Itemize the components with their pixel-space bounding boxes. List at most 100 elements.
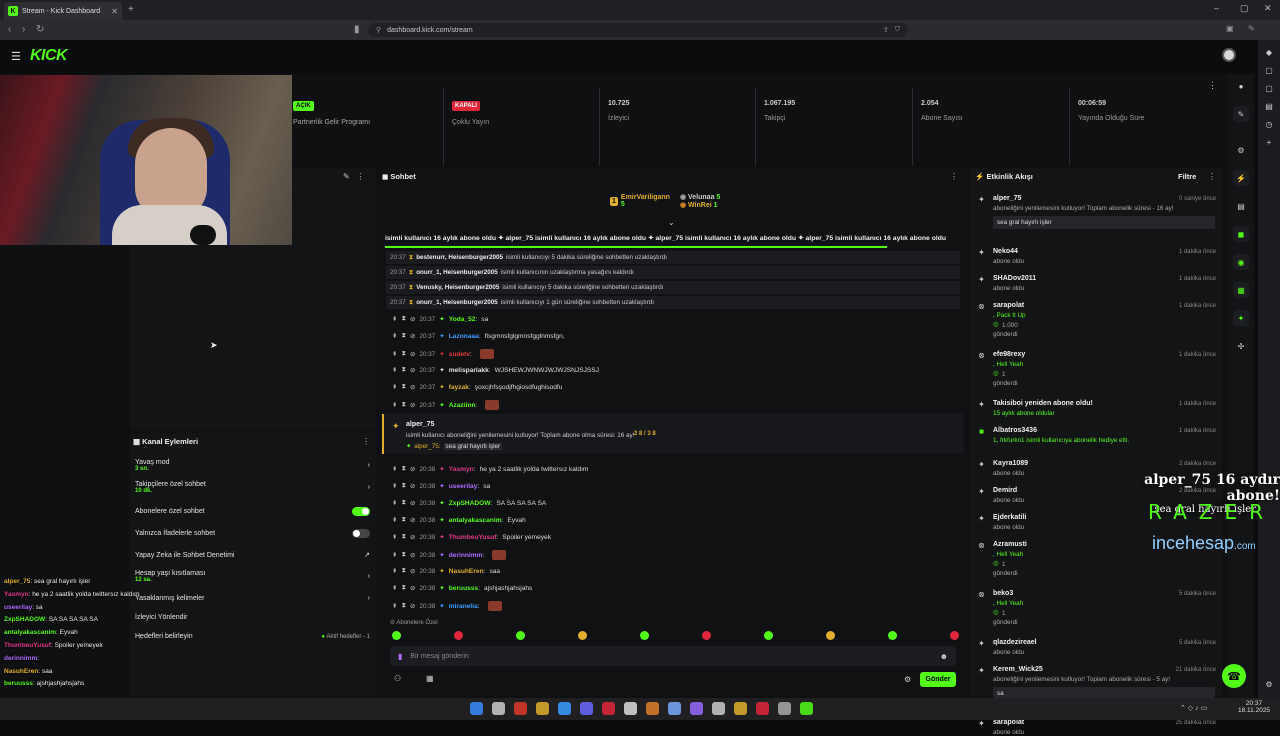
pin-icon[interactable]: ⇞ — [392, 465, 397, 473]
gift-icon[interactable]: ▦ — [426, 674, 434, 683]
timeout-icon[interactable]: ⧗ — [401, 602, 406, 610]
emote-only-toggle[interactable] — [352, 529, 370, 538]
edit-icon[interactable]: ✎ — [1233, 106, 1249, 122]
apps-icon[interactable]: ✣ — [1233, 338, 1249, 354]
ban-icon[interactable]: ⊘ — [410, 315, 415, 323]
emoji-icon[interactable]: ☻ — [940, 652, 948, 661]
emote-quick-icon[interactable] — [578, 631, 587, 640]
strip-icon-2[interactable]: ▢ — [1264, 66, 1274, 76]
taskbar-app-icon[interactable] — [624, 702, 637, 715]
taskbar-clock[interactable]: 20:37 18.11.2025 — [1238, 700, 1270, 714]
activity-user[interactable]: SHADov2011 — [993, 275, 1036, 282]
chat-username[interactable]: Azaziinn — [449, 402, 476, 409]
emote-quick-icon[interactable] — [950, 631, 959, 640]
chat-username[interactable]: sudetv — [449, 351, 470, 358]
activity-user[interactable]: Kerem_Wick25 — [993, 666, 1043, 673]
taskbar-app-icon[interactable] — [756, 702, 769, 715]
message-input[interactable]: ▮ Bir mesaj gönderin ☻ — [390, 646, 956, 666]
account-age-item[interactable]: Hesap yaşı kısıtlaması 12 sa. › — [135, 570, 370, 583]
taskbar-app-icon[interactable] — [712, 702, 725, 715]
chat-username[interactable]: Yoda_52 — [449, 316, 476, 323]
taskbar-app-icon[interactable] — [558, 702, 571, 715]
strip-icon-4[interactable]: ▤ — [1264, 102, 1274, 112]
pin-icon[interactable]: ⇞ — [392, 499, 397, 507]
emote-quick-icon[interactable] — [392, 631, 401, 640]
reply-user[interactable]: alper_75: — [414, 443, 440, 450]
timeout-icon[interactable]: ⧗ — [401, 516, 406, 524]
taskbar-app-icon[interactable] — [734, 702, 747, 715]
browser-tab[interactable]: K Stream - Kick Dashboard ✕ — [4, 2, 122, 20]
timeout-icon[interactable]: ⧗ — [401, 332, 406, 340]
share-icon[interactable]: ⇪ — [883, 26, 889, 34]
chat-username[interactable]: Yasmyn — [449, 466, 474, 473]
timeout-icon[interactable]: ⧗ — [401, 383, 406, 391]
activity-user[interactable]: efe98rexy — [993, 351, 1025, 358]
ai-moderation-item[interactable]: Yapay Zeka ile Sohbet Denetimi ↗ — [135, 551, 370, 560]
ban-icon[interactable]: ⊘ — [410, 533, 415, 541]
emote-quick-icon[interactable] — [702, 631, 711, 640]
info-icon[interactable]: ● — [1233, 78, 1249, 94]
chat-menu-icon[interactable]: ⋮ — [950, 172, 958, 181]
raid-item[interactable]: İzleyici Yönlendir — [135, 614, 370, 621]
chat-username[interactable]: beruusss — [449, 585, 478, 592]
chat-bubble-icon[interactable]: ◼ — [1233, 226, 1249, 242]
emote-only-item[interactable]: Yalnızca İfadelerle sohbet — [135, 529, 370, 538]
extensions-icon[interactable]: ✎ — [1248, 24, 1255, 33]
strip-settings-icon[interactable]: ⚙ — [1264, 680, 1274, 690]
followers-only-item[interactable]: Takipçilere özel sohbet 10 dk. › — [135, 481, 370, 494]
ban-icon[interactable]: ⊘ — [410, 366, 415, 374]
ban-icon[interactable]: ⊘ — [410, 584, 415, 592]
activity-user[interactable]: qlazdezireael — [993, 639, 1037, 646]
chat-username[interactable]: ThumbeuYusuf — [449, 534, 497, 541]
timeout-icon[interactable]: ⧗ — [401, 499, 406, 507]
activity-user[interactable]: Albatros3436 — [993, 427, 1037, 434]
emote-quick-icon[interactable] — [826, 631, 835, 640]
wrench-icon[interactable]: ✦ — [1233, 310, 1249, 326]
taskbar-app-icon[interactable] — [470, 702, 483, 715]
taskbar-app-icon[interactable] — [800, 702, 813, 715]
timeout-icon[interactable]: ⧗ — [401, 465, 406, 473]
chat-username[interactable]: derinnimm — [449, 552, 483, 559]
pin-icon[interactable]: ⇞ — [392, 567, 397, 575]
timeout-icon[interactable]: ⧗ — [401, 482, 406, 490]
timeout-icon[interactable]: ⧗ — [401, 551, 406, 559]
chat-username[interactable]: fayzak — [449, 384, 469, 391]
pin-icon[interactable]: ⇞ — [392, 482, 397, 490]
activity-user[interactable]: beko3 — [993, 590, 1013, 597]
taskbar-app-icon[interactable] — [514, 702, 527, 715]
strip-add-icon[interactable]: + — [1264, 138, 1274, 148]
stats-menu-icon[interactable]: ⋮ — [1208, 80, 1217, 91]
back-icon[interactable]: ‹ — [8, 24, 11, 35]
timeout-icon[interactable]: ⧗ — [401, 567, 406, 575]
taskbar-app-icon[interactable] — [580, 702, 593, 715]
ban-icon[interactable]: ⊘ — [410, 350, 415, 358]
ban-icon[interactable]: ⊘ — [410, 567, 415, 575]
bolt-icon[interactable]: ⚡ — [1233, 170, 1249, 186]
leader-name[interactable]: EmirVariligann — [621, 194, 670, 201]
activity-user[interactable]: Ejderkatili — [993, 514, 1026, 521]
chat-settings-icon[interactable]: ⚙ — [904, 675, 911, 684]
ban-icon[interactable]: ⊘ — [410, 383, 415, 391]
banned-words-item[interactable]: Yasaklanmış kelimeler › — [135, 595, 370, 602]
strip-icon-3[interactable]: ▢ — [1264, 84, 1274, 94]
taskbar-app-icon[interactable] — [492, 702, 505, 715]
pin-icon[interactable]: ⇞ — [392, 584, 397, 592]
calendar-icon[interactable]: ▦ — [1233, 282, 1249, 298]
new-tab-icon[interactable]: + — [128, 4, 134, 15]
subs-only-toggle[interactable] — [352, 507, 370, 516]
url-bar[interactable]: ⚲ dashboard.kick.com/stream ⇪ ⛉ — [368, 23, 908, 37]
forward-icon[interactable]: › — [22, 24, 25, 35]
emote-quick-icon[interactable] — [764, 631, 773, 640]
timeout-icon[interactable]: ⧗ — [401, 350, 406, 358]
strip-icon-1[interactable]: ◆ — [1264, 48, 1274, 58]
activity-user[interactable]: sarapolat — [993, 302, 1024, 309]
goals-item[interactable]: Hedefleri belirleyin ● Aktif hedefler - … — [135, 633, 370, 640]
kebab-menu-icon[interactable]: ⋮ — [356, 172, 364, 181]
timeout-icon[interactable]: ⧗ — [401, 315, 406, 323]
help-chat-button[interactable]: ☎ — [1222, 664, 1246, 688]
emote-quick-icon[interactable] — [454, 631, 463, 640]
bookmark-icon[interactable]: ▮ — [354, 24, 360, 35]
emote-quick-icon[interactable] — [888, 631, 897, 640]
taskbar-app-icon[interactable] — [536, 702, 549, 715]
emote-quick-icon[interactable] — [516, 631, 525, 640]
